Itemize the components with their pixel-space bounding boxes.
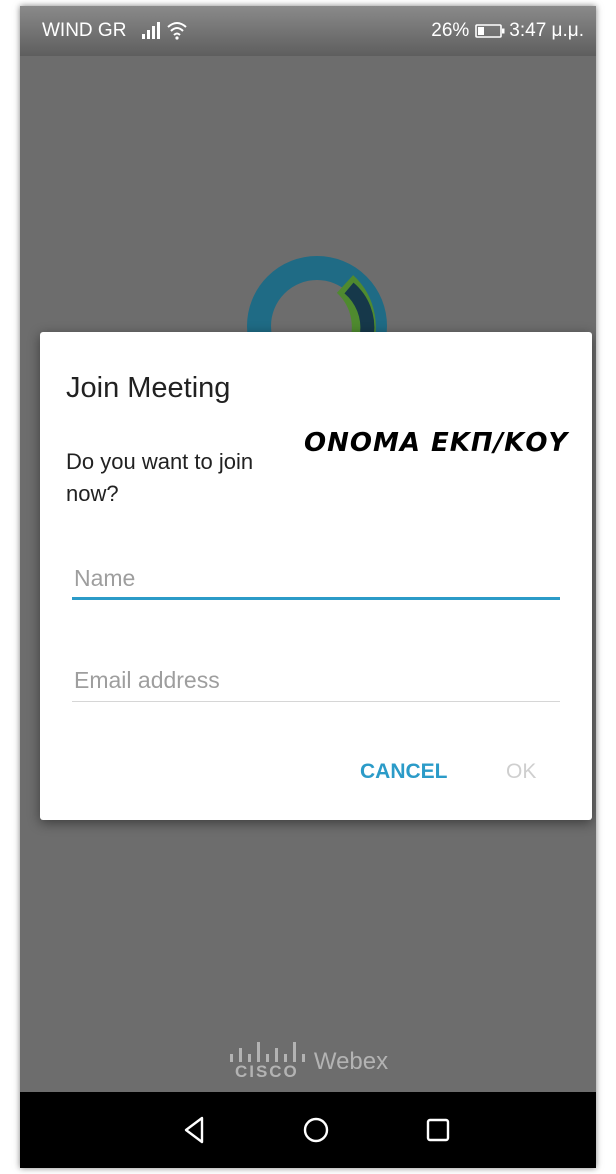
ok-button[interactable]: OK [500,756,542,788]
name-input[interactable] [72,560,564,596]
handwritten-annotation: ONOMA ΕΚΠ/ΚΟΥ [304,428,569,458]
webex-wordmark: Webex [313,1048,389,1075]
dialog-message: Do you want to join now? [66,449,254,506]
email-input[interactable] [72,662,564,698]
battery-icon [475,24,505,38]
name-underline [72,597,560,600]
email-underline [72,701,560,702]
cisco-logo: CISCO [228,1042,306,1082]
signal-icon [142,22,160,39]
brand-footer: CISCO Webex [20,1042,596,1082]
wifi-icon [167,22,187,40]
status-right: 26% 3:47 μ.μ. [431,20,584,42]
navigation-bar [20,1092,596,1168]
join-meeting-dialog: Join Meeting Do you want to join now? ON… [40,332,592,820]
email-field [72,662,564,702]
status-bar: WIND GR 26% 3:47 μ.μ. [20,6,596,56]
clock: 3:47 μ.μ. [509,20,584,41]
home-icon[interactable] [298,1112,334,1148]
cisco-bars-icon [229,1042,305,1062]
dialog-title: Join Meeting [66,372,231,404]
cancel-button[interactable]: CANCEL [354,756,454,788]
cisco-wordmark: CISCO [234,1062,299,1081]
name-field [72,560,564,600]
battery-percent: 26% [431,20,470,41]
phone-screen: WIND GR 26% 3:47 μ.μ. Join Meeting Do yo… [20,6,596,1168]
carrier-label: WIND GR [42,20,127,41]
back-icon[interactable] [176,1112,212,1148]
recent-apps-icon[interactable] [420,1112,456,1148]
